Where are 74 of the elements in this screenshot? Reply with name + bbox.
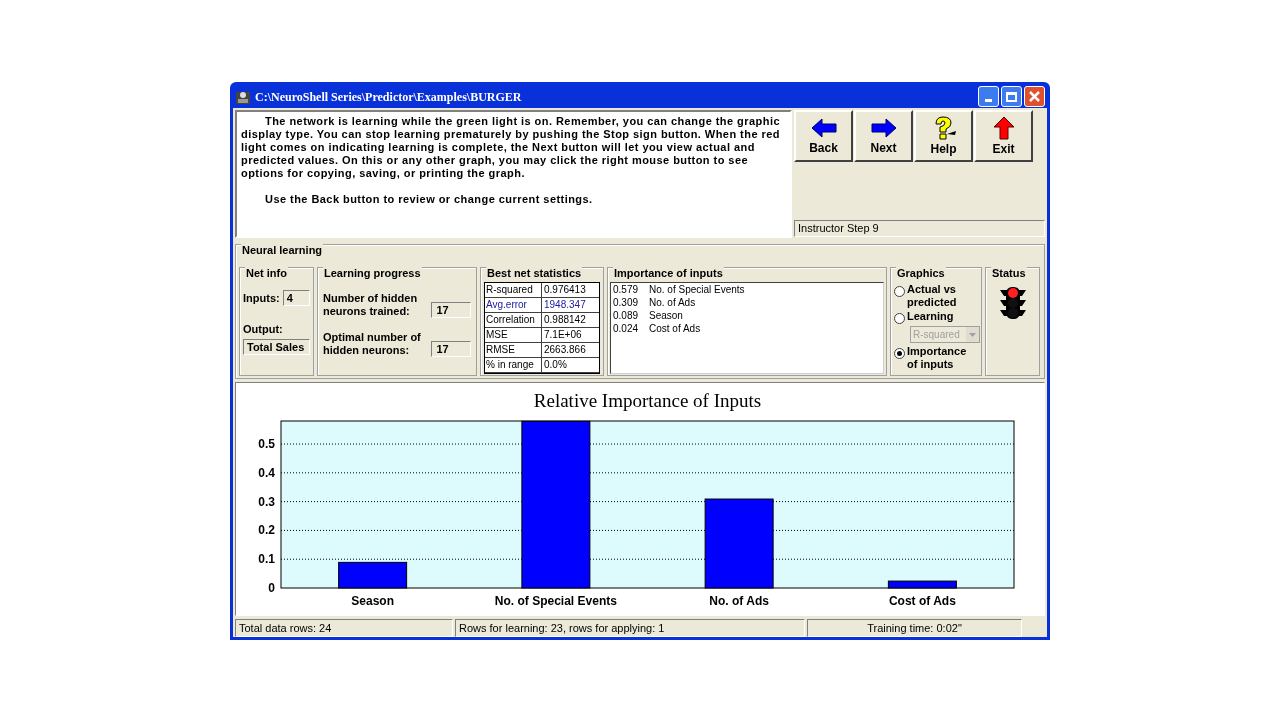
input-name: No. of Special Events [649, 283, 745, 296]
y-tick-label: 0.5 [258, 437, 275, 452]
nav-button[interactable]: Next [854, 110, 913, 162]
table-cell: 0.988142 [542, 313, 599, 328]
input-name: No. of Ads [649, 296, 696, 309]
x-axis-label: Cost of Ads [888, 594, 956, 608]
radio-label: Importance of inputs [907, 345, 968, 371]
importance-value: 0.024 [613, 322, 640, 335]
caret-icon [966, 327, 979, 342]
table-cell: 0.976413 [542, 283, 599, 298]
maximize-button[interactable] [1001, 86, 1022, 107]
group-title: Best net statistics [486, 266, 583, 280]
traffic-light-icon [997, 286, 1028, 320]
optimal-label: Optimal number of hidden neurons: [323, 331, 422, 357]
table-cell: Avg.error [485, 298, 542, 313]
radio-button[interactable] [894, 286, 905, 297]
instruction-text: The network is learning while the green light is on. Remember, you can change the graphic display type. You can stop learning prematurely by pushing the Stop sign button. When the red light comes on indicating learning is complete, the Next button will let you view actual and predicted values. On this or any other graph, you may click the right mouse button to see options for copying, saving, or printing the graph. [241, 115, 781, 180]
table-cell: R-squared [485, 283, 542, 298]
close-icon [1029, 91, 1040, 102]
table-cell: 2663.866 [542, 343, 599, 358]
trained-value: 17 [431, 302, 471, 318]
radio-button[interactable] [894, 313, 905, 324]
bar [338, 561, 408, 589]
instruction-text: Use the Back button to review or change current settings. [264, 193, 594, 206]
minimize-button[interactable] [978, 86, 999, 107]
radio-button[interactable] [894, 348, 905, 359]
importance-value: 0.309 [613, 296, 640, 309]
y-tick-label: 0 [268, 581, 275, 595]
x-axis-label: No. of Ads [709, 594, 769, 608]
y-tick-label: 0.3 [258, 494, 275, 509]
table-cell: Correlation [485, 313, 542, 328]
input-name: Cost of Ads [649, 322, 701, 335]
group-title: Learning progress [323, 266, 422, 280]
table-cell: MSE [485, 328, 542, 343]
importance-value: 0.089 [613, 309, 640, 322]
radio-label: Actual vs predicted [907, 283, 958, 309]
table-cell: 7.1E+06 [542, 328, 599, 343]
group-title: Importance of inputs [613, 266, 724, 280]
group-title: Status [991, 266, 1027, 280]
optimal-value: 17 [431, 341, 471, 357]
x-axis-label: No. of Special Events [494, 594, 617, 608]
window-title: C:\NeuroShell Series\Predictor\Examples\BURGER [255, 88, 522, 106]
radio-label: Learning [907, 310, 954, 323]
importance-value: 0.579 [613, 283, 640, 296]
table-cell: 0.0% [542, 358, 599, 373]
chart-title: Relative Importance of Inputs [533, 390, 762, 411]
output-value: Total Sales [243, 339, 310, 355]
status-bar-field: Rows for learning: 23, rows for applying: 1 [455, 619, 805, 637]
group-title: Net info [245, 266, 288, 280]
input-name: Season [649, 309, 683, 322]
y-tick-label: 0.2 [258, 523, 275, 538]
close-button[interactable] [1024, 86, 1045, 107]
y-tick-label: 0.4 [258, 465, 275, 480]
trained-label: Number of hidden neurons trained: [323, 292, 419, 318]
right-arrow-icon [870, 117, 897, 139]
left-arrow-icon [810, 117, 837, 139]
status-bar-field: Total data rows: 24 [235, 619, 453, 637]
up-arrow-icon [992, 116, 1015, 140]
y-tick-label: 0.1 [258, 552, 275, 567]
output-label: Output: [243, 321, 284, 337]
x-axis-label: Season [351, 594, 394, 608]
nav-button[interactable]: Help [914, 110, 973, 162]
nav-button[interactable]: Exit [974, 110, 1033, 162]
status-bar-field: Training time: 0:02" [807, 619, 1022, 637]
bar [887, 580, 957, 589]
table-cell: % in range [485, 358, 542, 373]
table-cell: RMSE [485, 343, 542, 358]
group-title: Graphics [896, 266, 946, 280]
table-cell: 1948.347 [542, 298, 599, 313]
nav-button[interactable]: Back [794, 110, 853, 162]
group-title: Neural learning [241, 243, 324, 257]
inputs-value: 4 [282, 290, 310, 307]
inputs-label: Inputs: [243, 291, 280, 306]
step-indicator: Instructor Step 9 [794, 220, 1045, 237]
